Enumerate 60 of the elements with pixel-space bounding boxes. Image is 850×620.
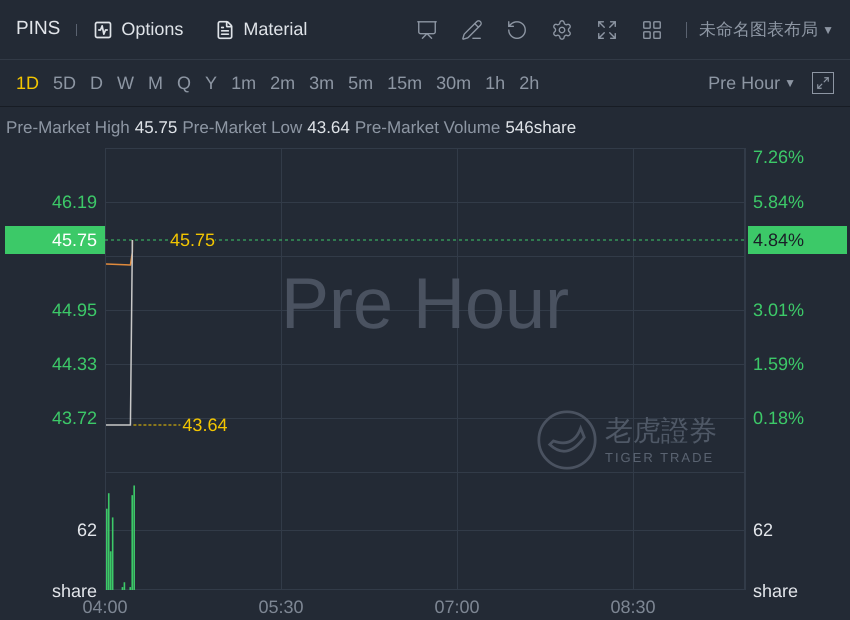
time-axis-label: 08:30 (610, 596, 656, 619)
stat-label: Pre-Market Volume (354, 116, 500, 139)
time-axis-label: 05:30 (258, 596, 304, 619)
price-axis-label: 44.33 (52, 355, 97, 373)
percent-axis-label: 0.18% (753, 409, 804, 427)
volume-axis-label: 62 (753, 521, 774, 539)
current-percent-label: 4.84% (748, 226, 847, 254)
timeframe-tab[interactable]: M (148, 70, 164, 96)
price-axis-label: 46.19 (52, 193, 97, 211)
session-dropdown[interactable]: Pre Hour ▼ (708, 70, 796, 96)
volume-unit-label: share (753, 582, 798, 600)
time-axis-label: 04:00 (82, 597, 128, 619)
timeframe-tab[interactable]: 5m (348, 70, 374, 96)
price-axis-label: 44.95 (52, 301, 97, 319)
timeframe-tab[interactable]: 1h (485, 70, 506, 96)
settings-icon (550, 18, 573, 40)
presentation-chart-icon (416, 18, 438, 40)
maximize-button[interactable] (812, 72, 834, 94)
volume-unit-label: share (52, 582, 97, 600)
toolbar-button[interactable]: Options (93, 16, 184, 43)
high-price-label: 45.75 (170, 231, 216, 249)
rotate-icon (506, 18, 528, 40)
timeframe-tab[interactable]: 2m (270, 70, 296, 96)
stat-value: 546share (505, 116, 576, 139)
price-axis-label: 43.72 (52, 409, 97, 427)
timeframe-tab[interactable]: 15m (387, 70, 422, 96)
symbol-title: PINS (16, 17, 60, 42)
timeframe-tab[interactable]: 3m (309, 70, 334, 96)
timeframe-tab[interactable]: 2h (519, 70, 540, 96)
timeframe-tab[interactable]: 5D (53, 70, 76, 96)
volume-axis-label: 62 (76, 521, 97, 539)
percent-axis-label: 1.59% (753, 355, 804, 373)
timeframe-tab[interactable]: Y (205, 70, 218, 96)
timeframe-tab[interactable]: 1D (16, 70, 40, 96)
percent-axis-label: 5.84% (753, 193, 804, 211)
low-price-label: 43.64 (182, 416, 228, 434)
stat-value: 45.75 (134, 116, 178, 139)
stat-label: Pre-Market Low (182, 116, 302, 139)
maximize-icon (816, 76, 830, 90)
tiger-logo-icon (537, 410, 597, 470)
percent-axis-label: 7.26% (753, 148, 804, 166)
document-icon (215, 20, 236, 40)
stat-value: 43.64 (307, 116, 350, 139)
stat-label: Pre-Market High (6, 116, 130, 139)
timeframe-tab[interactable]: 30m (436, 70, 472, 96)
chart-square-icon (93, 20, 114, 40)
grid-icon (640, 18, 663, 40)
timeframe-tab[interactable]: W (117, 70, 134, 96)
layout-dropdown[interactable]: 未命名图表布局 ▼ (699, 16, 834, 42)
time-axis-label: 07:00 (434, 596, 480, 619)
brand-subtitle: TIGER TRADE (605, 450, 716, 464)
expand-arrows-icon (596, 18, 618, 40)
timeframe-tab[interactable]: D (90, 70, 104, 96)
percent-axis-label: 3.01% (753, 301, 804, 319)
toolbar-button[interactable]: Material (215, 16, 308, 43)
pencil-icon (460, 18, 483, 40)
timeframe-tab[interactable]: Q (177, 70, 192, 96)
low-leader-line (132, 424, 181, 426)
current-price-label: 45.75 (5, 226, 105, 254)
timeframe-tab[interactable]: 1m (231, 70, 256, 96)
